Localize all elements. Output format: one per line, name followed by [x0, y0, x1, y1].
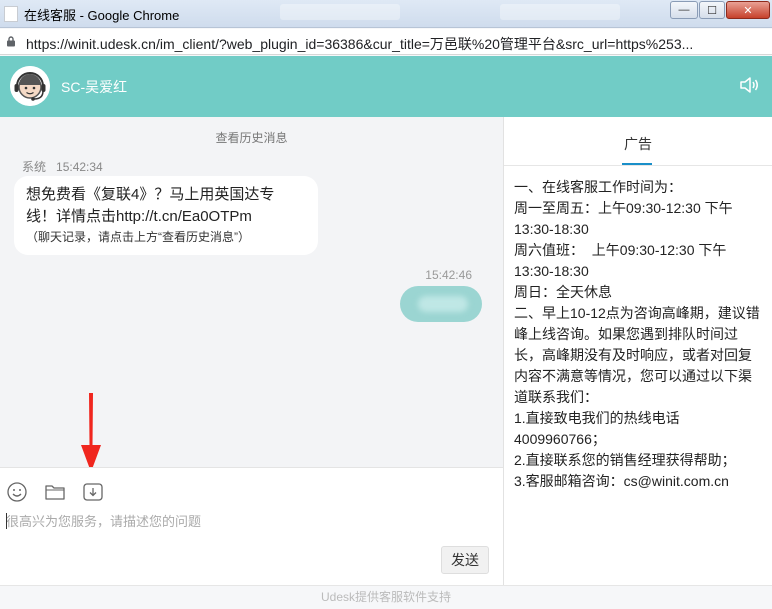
agent-name: SC-吴爱红 — [61, 79, 128, 95]
minimize-button[interactable]: — — [670, 1, 698, 19]
text-caret — [6, 513, 7, 529]
ad-line: 道联系我们： — [514, 389, 598, 405]
message-note: （聊天记录，请点击上方“查看历史消息”） — [26, 230, 250, 244]
message-sender: 系统 — [22, 160, 47, 174]
ad-line: 周六值班： 上午09:30-12:30 下午 — [514, 242, 727, 258]
ad-line: 周一至周五：上午09:30-12:30 下午 — [514, 200, 733, 216]
address-bar[interactable]: https://winit.udesk.cn/im_client/?web_pl… — [0, 29, 772, 55]
ad-content: 一、在线客服工作时间为： 周一至周五：上午09:30-12:30 下午 13:3… — [514, 177, 764, 492]
chat-messages: 查看历史消息 系统 15:42:34 想免费看《复联4》？马上用英国达专 线！详情… — [0, 117, 503, 467]
agent-avatar-icon — [10, 66, 50, 106]
message-meta: 系统 15:42:34 — [22, 158, 103, 175]
tab-ad[interactable]: 广告 — [504, 117, 772, 166]
view-history-link[interactable]: 查看历史消息 — [0, 129, 503, 146]
ad-line: 4009960766； — [514, 431, 606, 447]
speaker-icon[interactable] — [739, 76, 759, 94]
url-text[interactable]: https://winit.udesk.cn/im_client/?web_pl… — [26, 34, 693, 54]
ad-line: 周日：全天休息 — [514, 284, 612, 300]
send-button[interactable]: 发送 — [441, 546, 489, 574]
ad-line: 2.直接联系您的销售经理获得帮助； — [514, 452, 736, 468]
chat-header: SC-吴爱红 — [0, 56, 772, 117]
system-message-bubble: 想免费看《复联4》？马上用英国达专 线！详情点击http://t.cn/Ea0O… — [14, 176, 318, 255]
visitor-message-bubble — [400, 286, 482, 322]
maximize-button[interactable]: ☐ — [699, 1, 725, 19]
ad-line: 3.客服邮箱咨询：cs@winit.com.cn — [514, 473, 729, 489]
agent-avatar — [10, 66, 50, 106]
ad-line: 内容不满意等情况，您可以通过以下渠 — [514, 368, 752, 384]
ad-line: 二、早上10-12点为咨询高峰期，建议错 — [514, 305, 760, 321]
ad-line: 一、在线客服工作时间为： — [514, 179, 682, 195]
ad-line: 1.直接致电我们的热线电话 — [514, 410, 680, 426]
background-tab-blur — [500, 4, 620, 20]
folder-icon[interactable] — [44, 481, 66, 503]
footer-credit: Udesk提供客服软件支持 — [0, 585, 772, 609]
page-icon — [4, 6, 18, 22]
chrome-window: 在线客服 - Google Chrome — ☐ ✕ https://winit… — [0, 0, 772, 609]
window-titlebar: 在线客服 - Google Chrome — ☐ ✕ — [0, 0, 772, 28]
ad-line: 13:30-18:30 — [514, 263, 589, 279]
ad-line: 13:30-18:30 — [514, 221, 589, 237]
composer: 发送 — [0, 467, 503, 585]
blurred-message-text — [418, 296, 468, 312]
tab-label: 广告 — [624, 136, 652, 152]
background-tab-blur — [280, 4, 400, 20]
red-arrow-annotation — [81, 393, 101, 472]
emoji-icon[interactable] — [6, 481, 28, 503]
active-tab-indicator — [622, 163, 652, 165]
ad-line: 长，高峰期没有及时响应，或者对回复 — [514, 347, 752, 363]
message-time: 15:42:34 — [56, 160, 103, 174]
window-title: 在线客服 - Google Chrome — [24, 8, 180, 23]
lock-icon — [7, 36, 15, 47]
message-input[interactable] — [6, 510, 496, 532]
ad-line: 峰上线咨询。如果您遇到排队时间过 — [514, 326, 738, 342]
message-text-line[interactable]: 线！详情点击http://t.cn/Ea0OTPm — [26, 206, 306, 228]
close-button[interactable]: ✕ — [726, 1, 770, 19]
ad-sidebar: 广告 一、在线客服工作时间为： 周一至周五：上午09:30-12:30 下午 1… — [504, 117, 772, 585]
download-icon[interactable] — [82, 481, 104, 503]
message-text-line: 想免费看《复联4》？马上用英国达专 — [26, 186, 275, 203]
message-time: 15:42:46 — [425, 268, 472, 282]
